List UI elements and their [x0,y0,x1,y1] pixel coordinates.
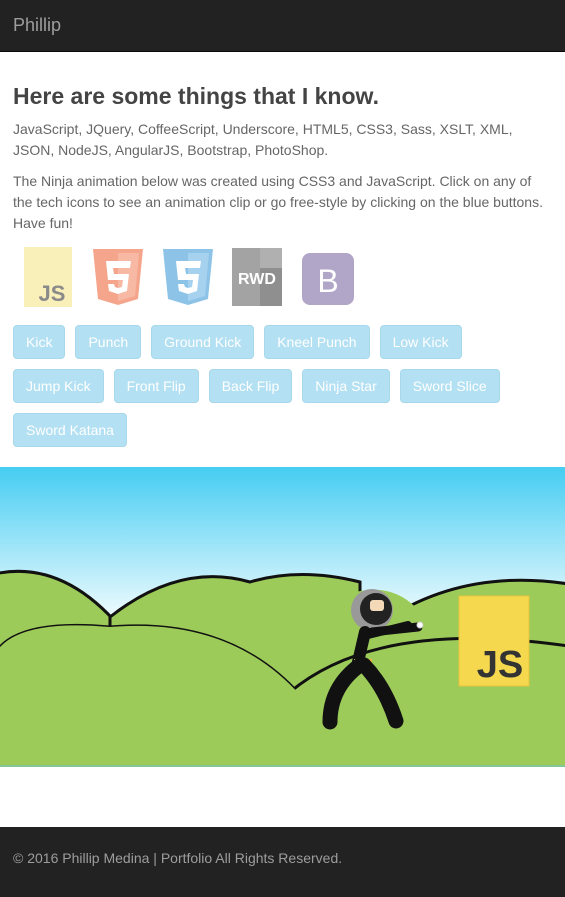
button-row: Kick Punch Ground Kick Kneel Punch Low K… [13,325,553,359]
button-row: Jump Kick Front Flip Back Flip Ninja Sta… [13,369,553,403]
ground-kick-button[interactable]: Ground Kick [151,325,255,359]
animation-buttons: Kick Punch Ground Kick Kneel Punch Low K… [13,325,553,457]
front-flip-button[interactable]: Front Flip [113,369,199,403]
tech-icons-row: JS RWD B [24,247,364,307]
skills-list: JavaScript, JQuery, CoffeeScript, Unders… [13,121,513,158]
back-flip-button[interactable]: Back Flip [208,369,293,403]
javascript-icon[interactable]: JS [24,247,72,307]
page-title: Here are some things that I know. [13,83,379,109]
kick-button[interactable]: Kick [13,325,66,359]
instructions-text: The Ninja animation below was created us… [13,173,543,231]
bootstrap-icon[interactable]: B [301,247,355,306]
javascript-icon-label: JS [39,281,66,306]
punch-button[interactable]: Punch [75,325,142,359]
sword-slice-button[interactable]: Sword Slice [399,369,500,403]
javascript-sign[interactable]: JS [458,595,530,687]
kneel-punch-button[interactable]: Kneel Punch [264,325,370,359]
ninja-star-button[interactable]: Ninja Star [302,369,390,403]
navbar: Phillip [0,0,565,52]
rwd-icon-label: RWD [238,271,276,288]
sign-label: JS [477,644,523,686]
button-row: Sword Katana [13,413,553,447]
jump-kick-button[interactable]: Jump Kick [13,369,104,403]
main-content: Here are some things that I know. JavaSc… [13,82,553,234]
navbar-brand[interactable]: Phillip [13,15,61,36]
ninja-animation-stage: JS [0,467,565,769]
bootstrap-icon-label: B [317,263,338,299]
low-kick-button[interactable]: Low Kick [379,325,462,359]
footer: © 2016 Phillip Medina | Portfolio All Ri… [0,827,565,897]
rwd-icon[interactable]: RWD [232,247,282,307]
html5-icon[interactable] [91,247,145,307]
sword-katana-button[interactable]: Sword Katana [13,413,127,447]
css3-icon[interactable] [161,247,215,307]
copyright-text: © 2016 Phillip Medina | Portfolio All Ri… [13,850,343,866]
